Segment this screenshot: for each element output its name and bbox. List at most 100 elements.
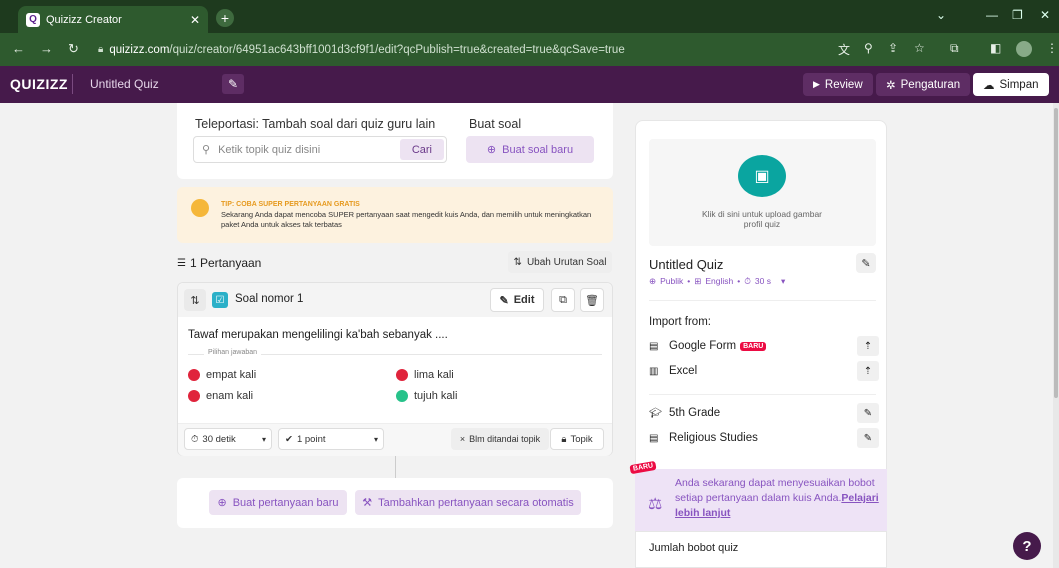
import-google-form[interactable]: ▤ Google Form BARU ⇡ xyxy=(649,336,879,356)
edit-quiz-info-pencil-icon[interactable]: ✎ xyxy=(856,253,876,273)
edit-title-pencil-icon[interactable]: ✎ xyxy=(222,74,244,94)
header-quiz-title[interactable]: Untitled Quiz xyxy=(90,77,159,91)
create-question-button[interactable]: ⊕ Buat soal baru xyxy=(466,136,594,163)
close-tab-icon[interactable]: ✕ xyxy=(190,13,200,27)
search-button[interactable]: Cari xyxy=(399,139,444,160)
reorder-label: Ubah Urutan Soal xyxy=(526,256,607,268)
side-divider xyxy=(649,394,876,395)
address-bar-row: ← → ↻ 🔒︎ quizizz.com /quiz/creator/64951… xyxy=(0,33,1059,66)
question-text: Tawaf merupakan mengelilingi ka'bah seba… xyxy=(188,329,448,341)
points-label: 1 point xyxy=(296,433,326,445)
grade-row[interactable]: 🎓︎ 5th Grade ✎ xyxy=(649,403,879,423)
topic-tag[interactable]: × Blm ditandai topik xyxy=(451,428,549,450)
back-icon[interactable]: ← xyxy=(12,41,25,56)
scrollbar-thumb[interactable] xyxy=(1054,108,1058,398)
edit-question-button[interactable]: ✎ Edit xyxy=(490,288,544,312)
extensions-icon[interactable]: ⧉ xyxy=(950,41,959,56)
answer-text: empat kali xyxy=(206,369,257,381)
reload-icon[interactable]: ↻ xyxy=(68,41,79,57)
forward-icon[interactable]: → xyxy=(40,41,53,56)
question-count-label: 1 Pertanyaan xyxy=(189,256,262,270)
answer-option: empat kali xyxy=(188,369,256,381)
multiple-choice-icon: ☑ xyxy=(212,292,228,308)
grade-label: 5th Grade xyxy=(669,407,721,419)
minimize-icon[interactable]: — xyxy=(986,8,998,22)
topic-button[interactable]: 🔒︎ Topik xyxy=(550,428,604,450)
upload-icon[interactable]: ⇡ xyxy=(857,361,879,381)
incorrect-dot-icon xyxy=(188,390,200,402)
question-card: ⇅ ☑ Soal nomor 1 ✎ Edit ⧉ 🗑︎ Tawaf merup… xyxy=(177,282,613,456)
timer-icon: ⏱︎ xyxy=(744,276,751,286)
save-button[interactable]: ☁ Simpan xyxy=(973,73,1049,96)
tip-text: Sekarang Anda dapat mencoba SUPER pertan… xyxy=(221,210,592,229)
google-form-icon: ▤ xyxy=(649,340,659,352)
excel-file-icon: ▥ xyxy=(649,365,659,377)
answer-text: lima kali xyxy=(414,369,454,381)
teleport-heading: Teleportasi: Tambah soal dari quiz guru … xyxy=(195,117,436,131)
pencil-icon[interactable]: ✎ xyxy=(857,428,879,448)
bookmark-star-icon[interactable]: ☆ xyxy=(914,41,925,55)
upload-icon[interactable]: ⇡ xyxy=(857,336,879,356)
side-divider xyxy=(649,300,876,301)
answer-text: tujuh kali xyxy=(414,390,458,402)
time-select[interactable]: ⏱︎ 30 detik ▾ xyxy=(184,428,272,450)
browser-tab-bar: Q Quizizz Creator ✕ + ⌄ — ❐ ✕ xyxy=(0,0,1059,33)
drag-handle-icon[interactable]: ⇅ xyxy=(184,289,206,311)
help-button[interactable]: ? xyxy=(1013,532,1041,560)
globe-icon: ⊕ xyxy=(649,276,657,286)
share-icon[interactable]: ⇪ xyxy=(888,41,898,55)
weight-text: Anda sekarang dapat menyesuaikan bobot s… xyxy=(675,476,879,521)
image-icon: ▣ xyxy=(738,155,786,197)
pencil-icon[interactable]: ✎ xyxy=(857,403,879,423)
settings-button[interactable]: ✲ Pengaturan xyxy=(876,73,971,96)
lock-icon: 🔒︎ xyxy=(98,44,104,55)
duplicate-icon[interactable]: ⧉ xyxy=(551,288,575,312)
quiz-search-input[interactable]: ⚲ Ketik topik quiz disini Cari xyxy=(193,136,447,163)
language-icon: ⊞ xyxy=(694,276,702,286)
settings-label: Pengaturan xyxy=(900,78,961,91)
menu-kebab-icon[interactable]: ⋮ xyxy=(1046,41,1058,55)
restore-icon[interactable]: ❐ xyxy=(1012,8,1023,22)
quizizz-favicon-icon: Q xyxy=(26,12,40,27)
sort-icon: ⇅ xyxy=(513,256,522,268)
new-question-button[interactable]: ⊕ Buat pertanyaan baru xyxy=(209,490,347,515)
save-label: Simpan xyxy=(999,78,1039,91)
translate-icon[interactable]: 文 xyxy=(838,41,850,58)
new-tab-button[interactable]: + xyxy=(216,9,234,27)
search-icon: ⚲ xyxy=(202,144,211,156)
tab-title: Quizizz Creator xyxy=(46,13,122,26)
teleport-card: Teleportasi: Tambah soal dari quiz guru … xyxy=(177,103,613,179)
auto-add-question-button[interactable]: ⚒ Tambahkan pertanyaan secara otomatis xyxy=(355,490,581,515)
close-small-icon: × xyxy=(459,434,466,444)
review-label: Review xyxy=(824,78,863,91)
meta-public: Publik xyxy=(660,276,684,286)
browser-tab[interactable]: Q Quizizz Creator ✕ xyxy=(18,6,208,33)
points-select[interactable]: ✔ 1 point ▾ xyxy=(278,428,384,450)
review-button[interactable]: ▶ Review xyxy=(803,73,873,96)
tab-search-icon[interactable]: ⌄ xyxy=(936,8,946,22)
close-window-icon[interactable]: ✕ xyxy=(1040,8,1050,22)
book-icon: ▤ xyxy=(649,432,659,444)
delete-trash-icon[interactable]: 🗑︎ xyxy=(580,288,604,312)
meta-separator: • xyxy=(687,276,691,286)
header-divider xyxy=(72,74,73,94)
quizizz-logo[interactable]: QUIZIZZ xyxy=(10,76,68,92)
import-excel[interactable]: ▥ Excel ⇡ xyxy=(649,361,879,381)
subject-row[interactable]: ▤ Religious Studies ✎ xyxy=(649,428,879,448)
create-heading: Buat soal xyxy=(469,117,522,131)
profile-avatar[interactable] xyxy=(1016,41,1032,57)
reorder-questions-button[interactable]: ⇅ Ubah Urutan Soal xyxy=(508,251,612,273)
graduation-cap-icon: 🎓︎ xyxy=(649,407,662,419)
search-placeholder: Ketik topik quiz disini xyxy=(218,143,321,156)
play-icon: ▶ xyxy=(813,79,820,89)
subject-label: Religious Studies xyxy=(669,432,758,444)
incorrect-dot-icon xyxy=(396,369,408,381)
topic-tag-label: Blm ditandai topik xyxy=(469,434,541,444)
side-divider xyxy=(635,531,887,532)
sidebar-icon[interactable]: ◧ xyxy=(990,41,1001,55)
zoom-icon[interactable]: ⚲ xyxy=(864,41,873,55)
auto-add-label: Tambahkan pertanyaan secara otomatis xyxy=(378,496,574,509)
url-field[interactable]: 🔒︎ quizizz.com /quiz/creator/64951ac643b… xyxy=(98,39,828,60)
incorrect-dot-icon xyxy=(188,369,200,381)
quiz-meta[interactable]: ⊕ Publik • ⊞ English • ⏱︎ 30 s ▾ xyxy=(649,276,785,287)
